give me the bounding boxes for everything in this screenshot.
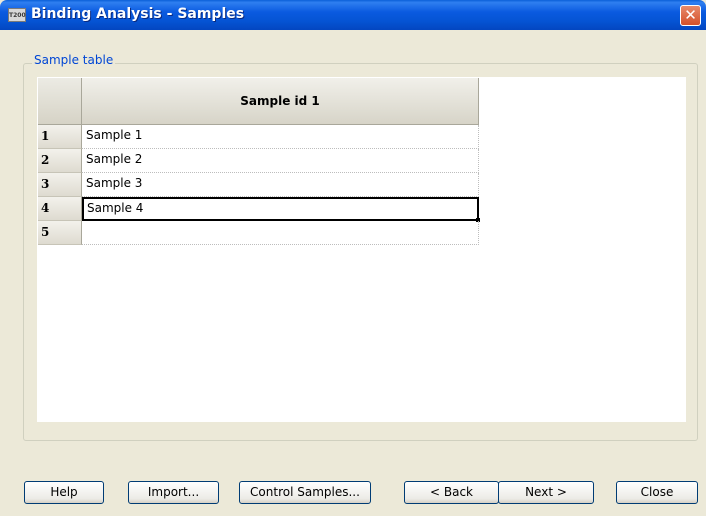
- close-window-button[interactable]: ✕: [680, 5, 701, 26]
- table-row: 3 Sample 3: [38, 173, 479, 197]
- table-row: 4 Sample 4: [38, 197, 480, 222]
- cell-text: Sample 4: [87, 201, 144, 215]
- row-header[interactable]: 5: [38, 221, 82, 245]
- group-label: Sample table: [32, 53, 116, 67]
- app-icon: T200: [8, 8, 26, 22]
- next-button[interactable]: Next >: [498, 481, 594, 504]
- title-bar: T200 Binding Analysis - Samples ✕: [0, 0, 706, 30]
- table-cell[interactable]: Sample 2: [82, 149, 479, 173]
- row-header[interactable]: 1: [38, 125, 82, 149]
- control-samples-button[interactable]: Control Samples...: [239, 481, 371, 504]
- back-button[interactable]: < Back: [404, 481, 499, 504]
- import-button[interactable]: Import...: [128, 481, 219, 504]
- close-button[interactable]: Close: [616, 481, 698, 504]
- table-cell[interactable]: Sample 1: [82, 125, 479, 149]
- column-header-sample-id[interactable]: Sample id 1: [82, 78, 479, 125]
- table-cell[interactable]: Sample 3: [82, 173, 479, 197]
- help-button[interactable]: Help: [24, 481, 104, 504]
- dialog-window: T200 Binding Analysis - Samples ✕ Sample…: [0, 0, 706, 516]
- window-title: Binding Analysis - Samples: [31, 6, 245, 22]
- table-row: 5: [38, 221, 479, 245]
- row-header[interactable]: 3: [38, 173, 82, 197]
- grid-corner[interactable]: [38, 78, 82, 125]
- row-header[interactable]: 2: [38, 149, 82, 173]
- table-cell-selected[interactable]: Sample 4: [82, 197, 480, 222]
- table-row: 1 Sample 1: [38, 125, 479, 149]
- row-header[interactable]: 4: [38, 197, 82, 221]
- table-cell[interactable]: [82, 221, 479, 245]
- table-row: 2 Sample 2: [38, 149, 479, 173]
